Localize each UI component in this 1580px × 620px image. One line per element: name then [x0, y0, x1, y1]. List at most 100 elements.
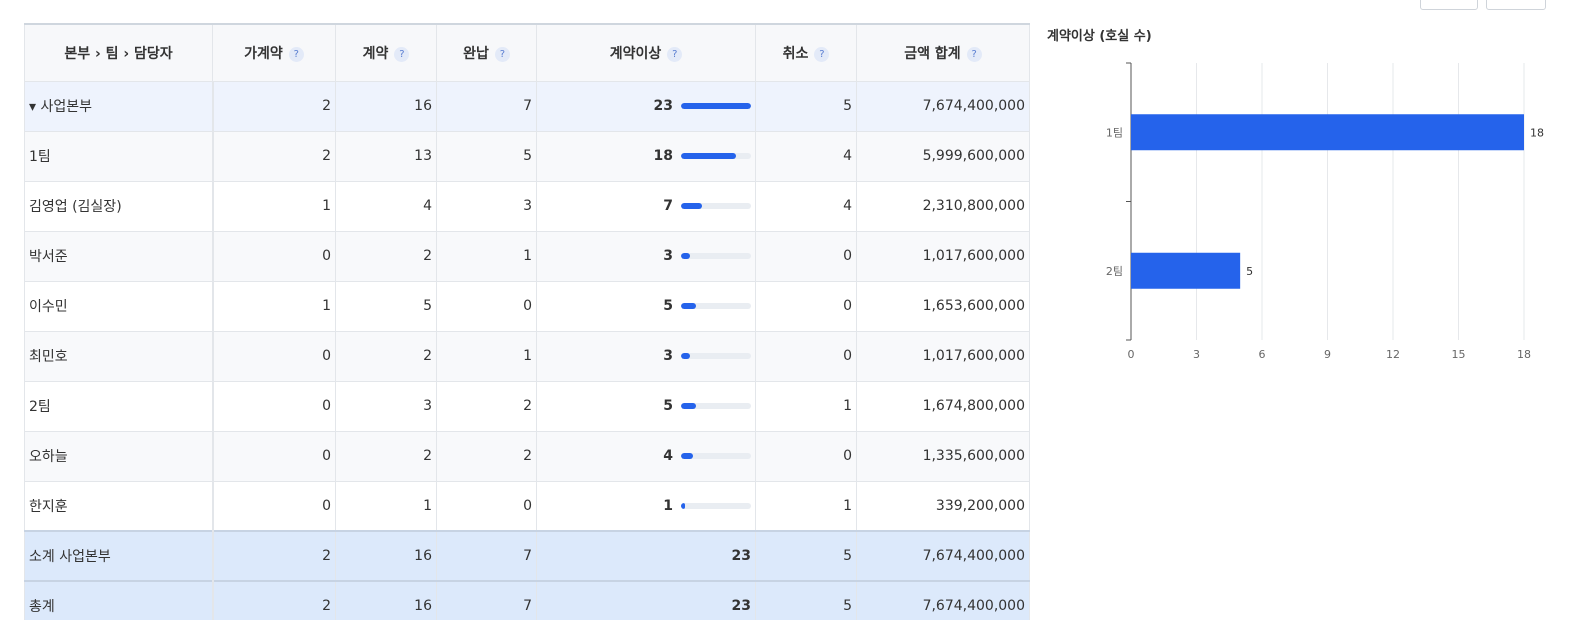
table-row: 박서준 0 2 1 3 0 1,017,600,000 [24, 230, 1030, 282]
contract-plus-progress-fill [681, 353, 691, 359]
table-row: 최민호 0 2 1 3 0 1,017,600,000 [24, 330, 1030, 382]
cancel-count: 4 [755, 180, 857, 232]
contract-plus-cell: 7 [536, 180, 756, 232]
contract-plus-progress-fill [681, 203, 702, 209]
contract-plus-progress-fill [681, 403, 697, 409]
contract-plus-count: 1 [663, 497, 673, 514]
contract-plus-count: 23 [653, 98, 673, 114]
bar [1131, 114, 1524, 151]
paid-count: 7 [436, 530, 537, 582]
column-header-hierarchy[interactable]: 본부 › 팀 › 담당자 [24, 23, 213, 82]
amount-total: 1,653,600,000 [856, 280, 1030, 332]
provisional-count: 2 [212, 530, 336, 582]
help-icon[interactable]: ? [667, 46, 683, 62]
column-header-contract-plus[interactable]: 계약이상? [536, 23, 756, 82]
paid-count: 7 [436, 580, 537, 620]
toolbar-button-2[interactable] [1486, 0, 1546, 10]
contract-plus-cell: 4 [536, 430, 756, 482]
table-row[interactable]: ▾ 사업본부 2 16 7 23 5 7,674,400,000 [24, 80, 1030, 132]
x-tick-label: 15 [1452, 348, 1466, 361]
total-row: 총계 2 16 7 23 5 7,674,400,000 [24, 580, 1030, 620]
x-tick-label: 18 [1517, 348, 1531, 361]
contract-plus-cell: 5 [536, 280, 756, 332]
contract-plus-cell: 3 [536, 330, 756, 382]
contract-count: 16 [335, 580, 437, 620]
contract-plus-progress-bar [681, 502, 751, 509]
cancel-count: 0 [755, 330, 857, 382]
column-header-paid[interactable]: 완납? [436, 23, 537, 82]
contract-count: 2 [335, 330, 437, 382]
help-icon[interactable]: ? [394, 46, 410, 62]
cancel-count: 1 [755, 380, 857, 432]
contract-plus-cell: 5 [536, 380, 756, 432]
table-row: 김영업 (김실장) 1 4 3 7 4 2,310,800,000 [24, 180, 1030, 232]
summary-table-container: 본부 › 팀 › 담당자 가계약? 계약? 완납? 계약이상? 취소? 금액 합… [24, 23, 1030, 620]
provisional-count: 2 [212, 130, 336, 182]
paid-count: 2 [436, 380, 537, 432]
column-header-contract[interactable]: 계약? [335, 23, 437, 82]
provisional-count: 1 [212, 180, 336, 232]
x-tick-label: 9 [1324, 348, 1331, 361]
bar [1131, 252, 1241, 289]
amount-total: 7,674,400,000 [856, 530, 1030, 582]
contract-plus-progress-bar [681, 453, 751, 459]
amount-total: 1,674,800,000 [856, 380, 1030, 432]
contract-count: 4 [335, 180, 437, 232]
column-header-amount[interactable]: 금액 합계? [856, 23, 1030, 82]
toolbar-button-1[interactable] [1420, 0, 1478, 10]
amount-total: 5,999,600,000 [856, 130, 1030, 182]
amount-total: 2,310,800,000 [856, 180, 1030, 232]
x-tick-label: 12 [1386, 348, 1400, 361]
subtotal-row: 소계 사업본부 2 16 7 23 5 7,674,400,000 [24, 530, 1030, 582]
contract-plus-cell: 23 [536, 580, 756, 620]
contract-plus-count: 5 [663, 398, 673, 414]
contract-plus-count: 7 [663, 198, 673, 214]
contract-count: 16 [335, 530, 437, 582]
cancel-count: 0 [755, 430, 857, 482]
y-category-label: 1팀 [1106, 126, 1123, 139]
paid-count: 0 [436, 280, 537, 332]
paid-count: 1 [436, 330, 537, 382]
row-label: 총계 [24, 580, 214, 620]
summary-table: 본부 › 팀 › 담당자 가계약? 계약? 완납? 계약이상? 취소? 금액 합… [24, 23, 1030, 620]
contract-plus-bar-chart: 0 3 6 9 12 15 18 1팀 18 2팀 5 [1106, 62, 1544, 361]
row-label: 소계 사업본부 [24, 530, 214, 582]
help-icon[interactable]: ? [966, 46, 982, 62]
cancel-count: 5 [755, 530, 857, 582]
contract-count: 13 [335, 130, 437, 182]
row-label: ▾ 사업본부 [24, 80, 214, 132]
contract-plus-progress-bar [681, 153, 751, 159]
x-tick-label: 6 [1259, 348, 1266, 361]
help-icon[interactable]: ? [288, 46, 304, 62]
contract-plus-cell: 23 [536, 530, 756, 582]
contract-plus-progress-bar [681, 253, 751, 259]
provisional-count: 0 [212, 480, 336, 532]
contract-count: 3 [335, 380, 437, 432]
help-icon[interactable]: ? [814, 46, 830, 62]
amount-total: 1,335,600,000 [856, 430, 1030, 482]
help-icon[interactable]: ? [494, 46, 510, 62]
contract-plus-count: 23 [731, 548, 751, 564]
contract-plus-count: 23 [731, 598, 751, 615]
contract-plus-progress-fill [681, 103, 751, 109]
paid-count: 3 [436, 180, 537, 232]
contract-plus-progress-fill [681, 502, 686, 509]
column-header-cancel[interactable]: 취소? [755, 23, 857, 82]
data-label: 5 [1246, 265, 1253, 278]
provisional-count: 2 [212, 80, 336, 132]
amount-total: 7,674,400,000 [856, 580, 1030, 620]
paid-count: 2 [436, 430, 537, 482]
provisional-count: 0 [212, 430, 336, 482]
row-label: 박서준 [24, 230, 214, 282]
paid-count: 1 [436, 230, 537, 282]
column-header-provisional[interactable]: 가계약? [212, 23, 336, 82]
chart-title: 계약이상 (호실 수) [1047, 29, 1152, 44]
row-label: 이수민 [24, 280, 214, 332]
paid-count: 5 [436, 130, 537, 182]
contract-plus-progress-bar [681, 103, 751, 109]
contract-plus-cell: 23 [536, 80, 756, 132]
amount-total: 1,017,600,000 [856, 330, 1030, 382]
contract-plus-progress-bar [681, 203, 751, 209]
table-row: 이수민 1 5 0 5 0 1,653,600,000 [24, 280, 1030, 332]
provisional-count: 1 [212, 280, 336, 332]
